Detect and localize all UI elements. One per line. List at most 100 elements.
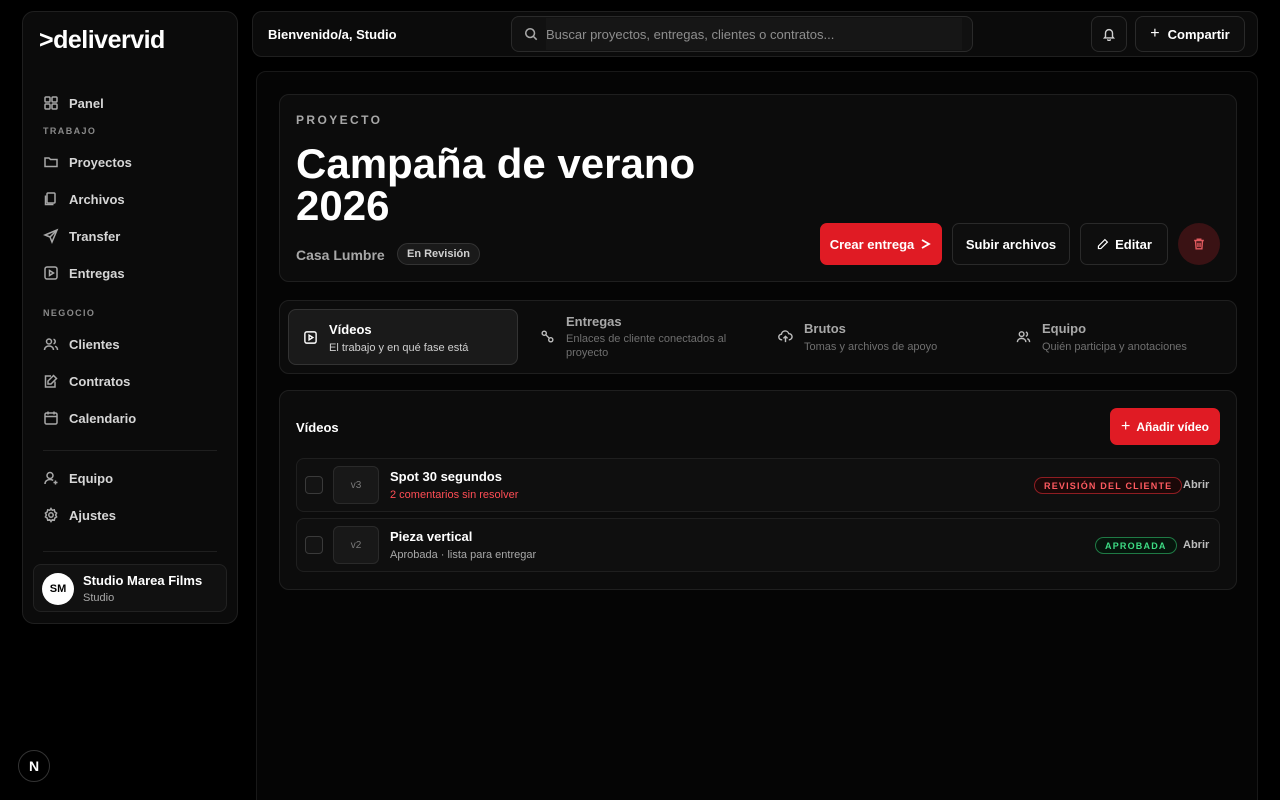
plus-icon: + [1120, 417, 1131, 435]
topbar: Bienvenido/a, Studio + Compartir [252, 11, 1258, 57]
link-icon [541, 330, 554, 343]
tab-raw-footage[interactable]: Brutos Tomas y archivos de apoyo [764, 309, 994, 365]
row-checkbox[interactable] [305, 476, 323, 494]
sidebar-item-label: Contratos [69, 373, 131, 389]
cloud-upload-icon [778, 330, 793, 343]
tab-description: Quién participa y anotaciones [1042, 341, 1187, 353]
sidebar-item-label: Equipo [69, 470, 114, 486]
notifications-button[interactable] [1091, 16, 1127, 52]
calendar-icon [44, 411, 58, 425]
tab-team[interactable]: Equipo Quién participa y anotaciones [1002, 309, 1230, 365]
share-label: Compartir [1167, 26, 1230, 42]
add-video-button[interactable]: + Añadir vídeo [1110, 408, 1220, 445]
trash-icon [1194, 238, 1204, 250]
users-icon [43, 338, 59, 351]
tab-description: Enlaces de cliente conectados al proyect… [566, 333, 727, 359]
sidebar-item-contracts[interactable]: Contratos [43, 369, 130, 393]
search-icon [524, 27, 538, 41]
tab-videos[interactable]: Vídeos El trabajo y en qué fase está [288, 309, 518, 365]
sidebar-divider [43, 551, 217, 552]
sidebar-item-clients[interactable]: Clientes [43, 332, 120, 356]
sidebar-item-label: Calendario [69, 410, 137, 426]
tab-label: Brutos [804, 321, 846, 336]
video-thumbnail: v3 [333, 466, 379, 504]
project-eyebrow: PROYECTO [296, 113, 383, 127]
project-header: PROYECTO Campaña de verano 2026 Casa Lum… [279, 94, 1237, 282]
row-checkbox[interactable] [305, 536, 323, 554]
sidebar-item-panel[interactable]: Panel [43, 91, 104, 115]
edit-label: Editar [1115, 236, 1152, 252]
sidebar-divider [43, 450, 217, 451]
sidebar-item-label: Transfer [69, 228, 121, 244]
sidebar-item-files[interactable]: Archivos [43, 187, 125, 211]
status-badge: APROBADA [1095, 537, 1177, 554]
sidebar-item-label: Ajustes [69, 507, 116, 523]
open-link[interactable]: Abrir [1183, 539, 1209, 551]
sidebar-item-settings[interactable]: Ajustes [43, 503, 116, 527]
videos-title: Vídeos [296, 420, 339, 435]
send-icon [43, 228, 59, 244]
video-subtitle: Aprobada · lista para entregar [390, 549, 537, 561]
tab-deliveries[interactable]: Entregas Enlaces de cliente conectados a… [526, 309, 756, 365]
account-name: Studio Marea Films [83, 573, 203, 588]
pencil-icon [1097, 238, 1109, 249]
framework-badge-button[interactable]: N [18, 750, 50, 782]
video-row[interactable]: v3 Spot 30 segundos 2 comentarios sin re… [296, 458, 1220, 512]
user-icon [44, 471, 58, 485]
project-client: Casa Lumbre [296, 247, 385, 263]
app-logo[interactable]: >delivervid [39, 26, 165, 55]
upload-files-button[interactable]: Subir archivos [952, 223, 1070, 265]
sidebar-item-transfer[interactable]: Transfer [43, 224, 120, 248]
open-link[interactable]: Abrir [1183, 479, 1209, 491]
sidebar-item-label: Proyectos [69, 154, 132, 170]
sidebar-item-calendar[interactable]: Calendario [43, 406, 136, 430]
tab-label: Equipo [1042, 321, 1087, 336]
create-delivery-label: Crear entrega [829, 236, 915, 252]
plus-icon: + [1150, 25, 1160, 42]
video-thumbnail: v2 [333, 526, 379, 564]
page-title: Campaña de verano 2026 [296, 140, 696, 229]
section-label-work: TRABAJO [43, 126, 97, 136]
videos-panel: Vídeos + Añadir vídeo v3 Spot 30 segundo… [279, 390, 1237, 590]
section-label-business: NEGOCIO [43, 308, 96, 318]
video-title: Pieza vertical [390, 529, 473, 544]
tab-description: El trabajo y en qué fase está [329, 342, 469, 354]
video-subtitle: 2 comentarios sin resolver [390, 489, 519, 501]
add-video-label: Añadir vídeo [1136, 419, 1210, 434]
search-input[interactable] [546, 18, 962, 50]
account-role: Studio [83, 592, 115, 604]
sidebar: >delivervid Panel TRABAJO Proyectos Arch… [22, 11, 238, 624]
upload-files-label: Subir archivos [965, 236, 1057, 252]
tab-label: Vídeos [329, 322, 372, 337]
contract-edit-icon [44, 374, 58, 388]
share-button[interactable]: + Compartir [1135, 16, 1245, 52]
play-square-icon [304, 331, 317, 344]
status-badge: REVISIÓN DEL CLIENTE [1034, 477, 1183, 494]
sidebar-item-label: Clientes [69, 336, 120, 352]
delete-button[interactable] [1178, 223, 1220, 265]
account-switcher[interactable]: SM Studio Marea Films Studio [33, 564, 227, 612]
gear-icon [44, 507, 58, 523]
sidebar-item-label: Panel [69, 95, 104, 111]
sidebar-item-label: Archivos [69, 191, 125, 207]
edit-button[interactable]: Editar [1080, 223, 1168, 265]
status-badge: En Revisión [397, 243, 480, 265]
project-tabs: Vídeos El trabajo y en qué fase está Ent… [279, 300, 1237, 374]
folder-icon [44, 157, 58, 168]
avatar: SM [42, 573, 74, 605]
chevron-right-icon [921, 239, 932, 249]
files-icon [44, 192, 56, 206]
video-title: Spot 30 segundos [390, 469, 502, 484]
sidebar-item-projects[interactable]: Proyectos [43, 150, 132, 174]
bell-icon [1102, 28, 1116, 41]
grid-icon [44, 96, 58, 110]
sidebar-item-label: Entregas [69, 265, 125, 281]
create-delivery-button[interactable]: Crear entrega [820, 223, 942, 265]
tab-label: Entregas [566, 314, 622, 329]
video-row[interactable]: v2 Pieza vertical Aprobada · lista para … [296, 518, 1220, 572]
tab-description: Tomas y archivos de apoyo [804, 341, 938, 353]
search-box[interactable] [511, 16, 973, 52]
users-icon [1016, 331, 1031, 343]
sidebar-item-deliveries[interactable]: Entregas [43, 261, 125, 285]
sidebar-item-team[interactable]: Equipo [43, 466, 113, 490]
